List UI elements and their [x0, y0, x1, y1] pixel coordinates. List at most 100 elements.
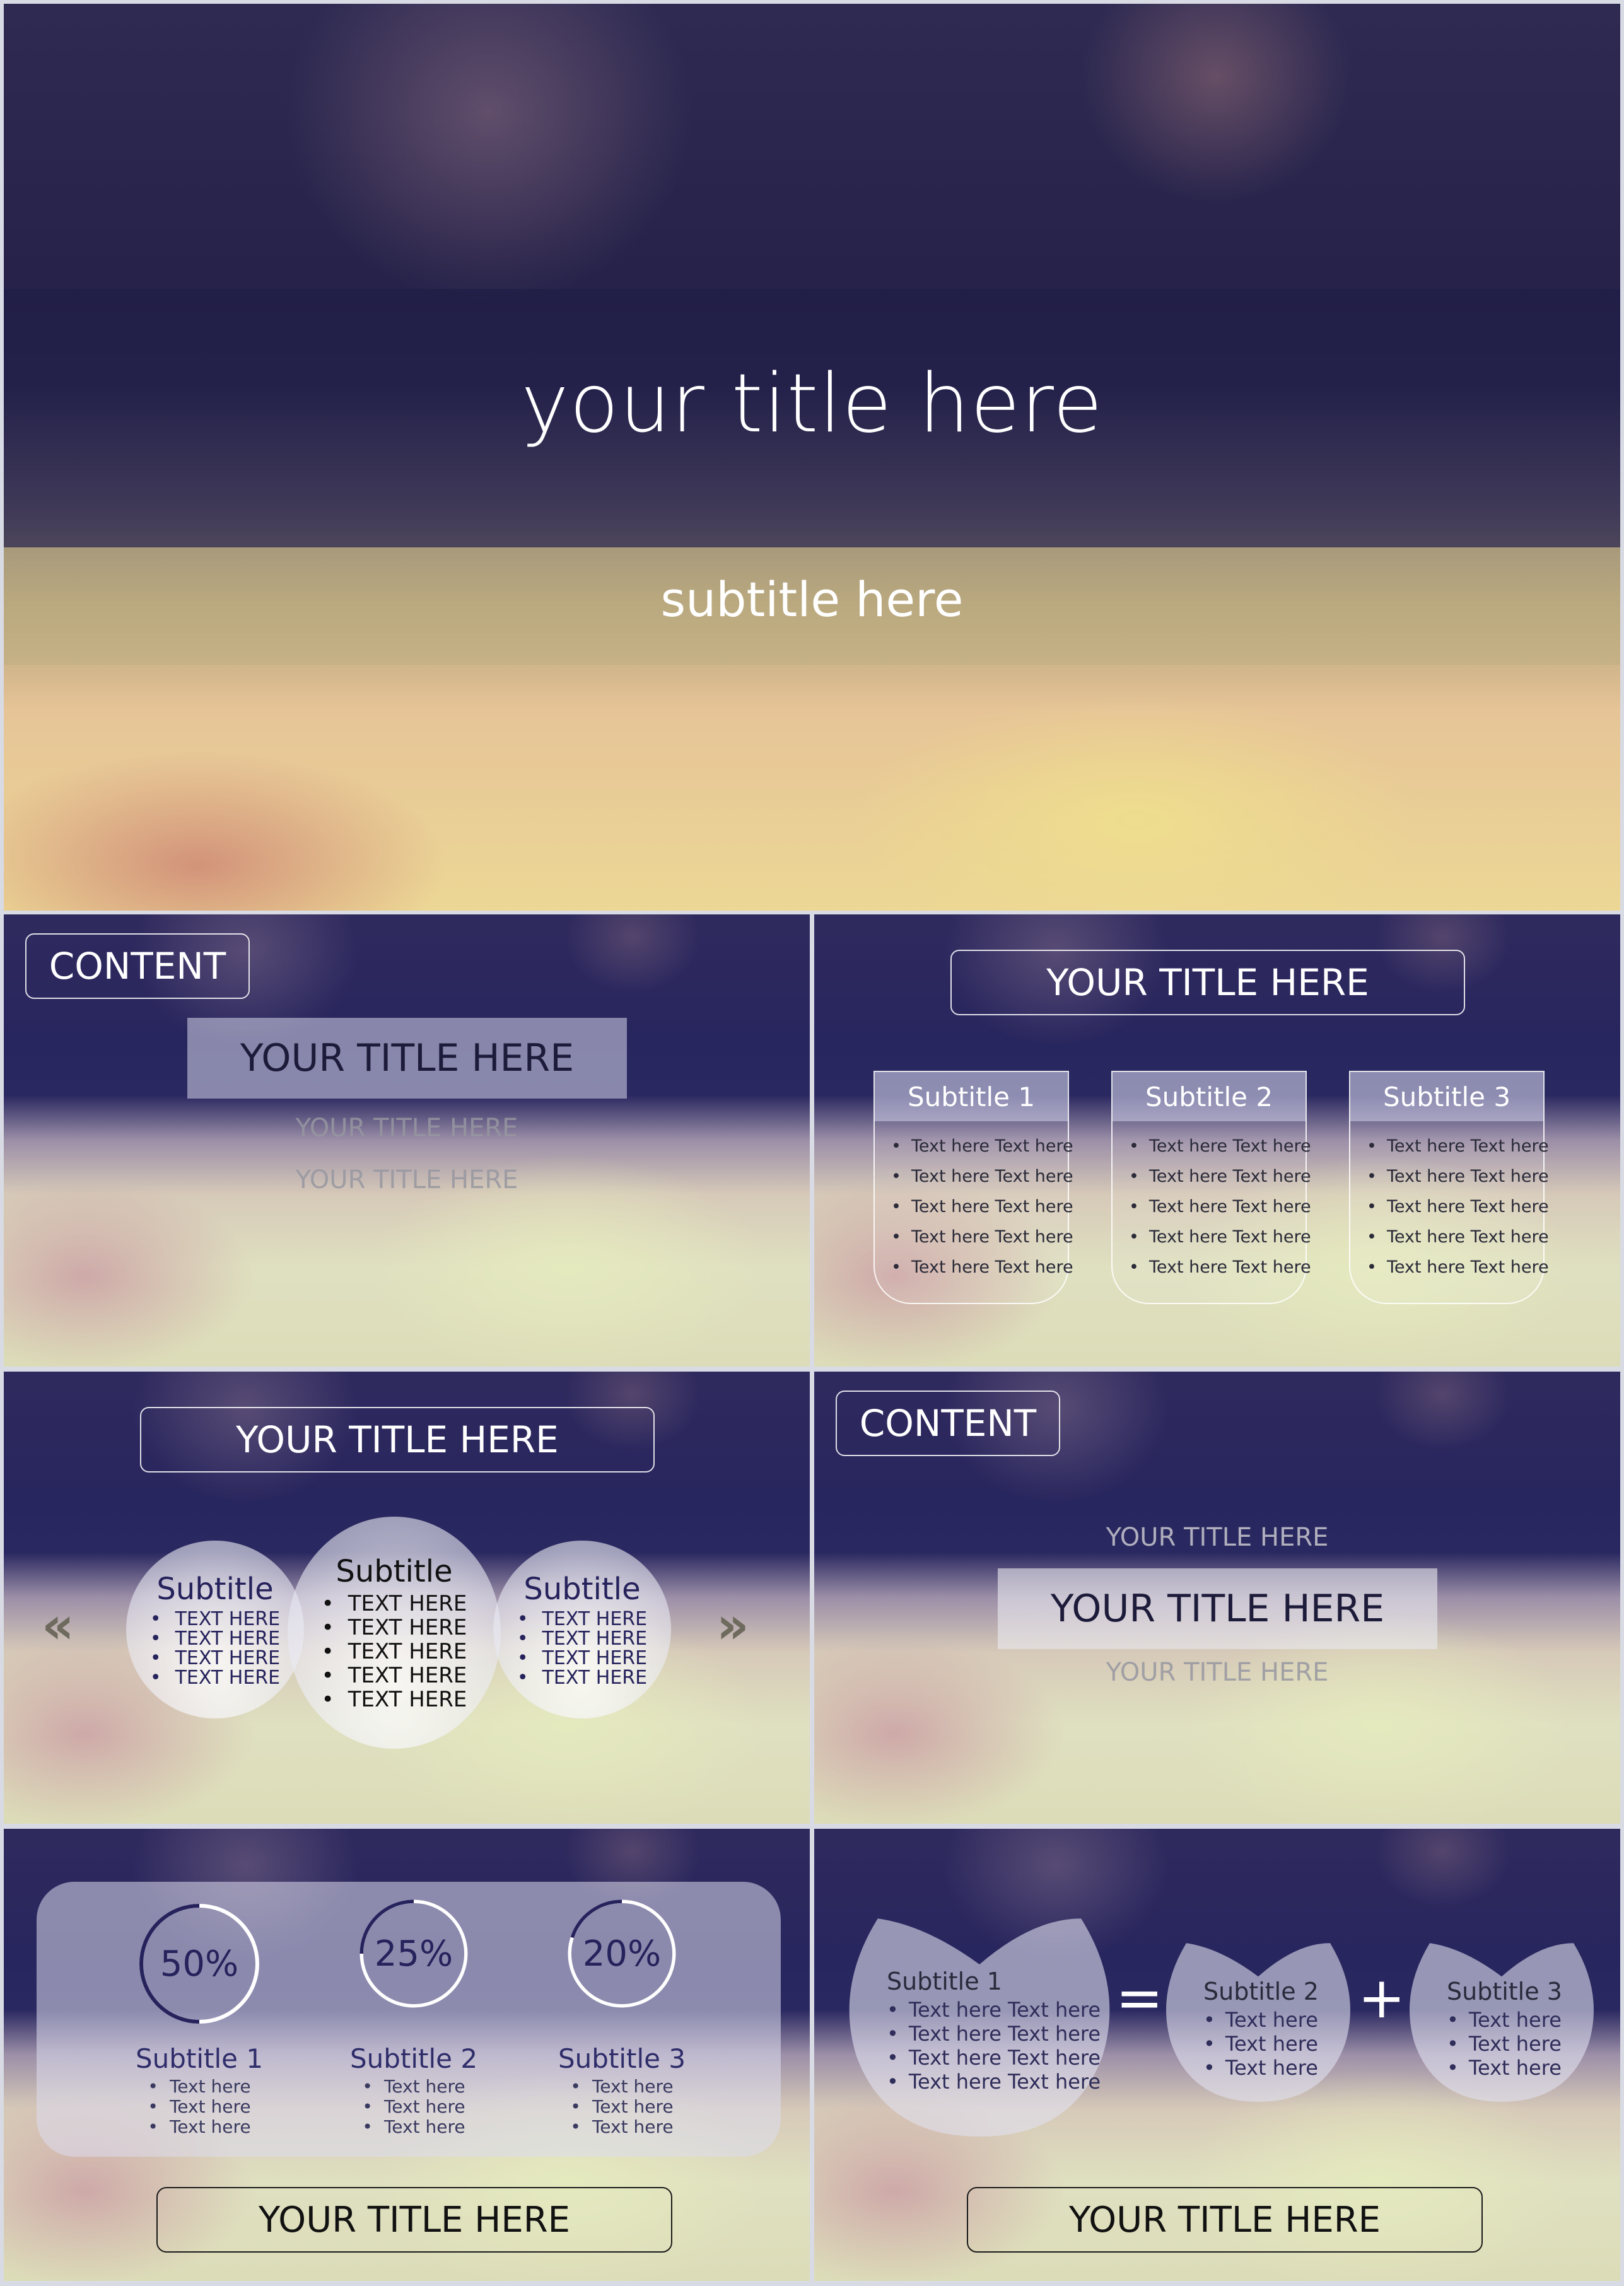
active-title-bar[interactable]: YOUR TITLE HERE: [187, 1018, 627, 1099]
card-heading: Subtitle 3: [1350, 1072, 1543, 1121]
chevron-right-icon[interactable]: »: [716, 1596, 749, 1655]
bubble-item: TEXT HERE: [517, 1629, 647, 1648]
bubble-item: TEXT HERE: [150, 1648, 280, 1668]
petal-heading: Subtitle 1: [887, 1968, 1002, 1995]
slide-bubbles[interactable]: YOUR TITLE HERE « » Subtitle TEXT HERE T…: [4, 1372, 810, 1824]
progress-ring-1: 50%: [136, 1901, 262, 2027]
card-item: Text here Text here: [1129, 1162, 1311, 1192]
bubble-item: TEXT HERE: [322, 1616, 467, 1640]
stat-heading: Subtitle 1: [135, 2043, 264, 2074]
percent-label: 50%: [160, 1943, 239, 1985]
cover-subtitle: subtitle here: [660, 571, 964, 627]
footer-title-box: YOUR TITLE HERE: [967, 2187, 1483, 2253]
petal-content-3: Subtitle 3 Text here Text here Text here: [1447, 1978, 1562, 2080]
card-item: Text here Text here: [1367, 1192, 1549, 1222]
card-subtitle-1: Subtitle 1 Text here Text here Text here…: [873, 1071, 1073, 1304]
stat-item: Text here: [362, 2077, 465, 2097]
content-tag: CONTENT: [836, 1391, 1060, 1456]
slide-content-list[interactable]: CONTENT YOUR TITLE HERE YOUR TITLE HERE …: [4, 914, 810, 1367]
slide-equation[interactable]: Subtitle 1 Text here Text here Text here…: [814, 1829, 1620, 2281]
card-subtitle-2: Subtitle 2 Text here Text here Text here…: [1111, 1071, 1311, 1304]
card-item: Text here Text here: [1129, 1131, 1311, 1162]
card-item: Text here Text here: [891, 1222, 1073, 1252]
card-heading: Subtitle 2: [1113, 1072, 1306, 1121]
petal-content-2: Subtitle 2 Text here Text here Text here: [1203, 1978, 1319, 2080]
stat-item: Text here: [148, 2117, 251, 2137]
card-item: Text here Text here: [1367, 1131, 1549, 1162]
progress-ring-3: 20%: [565, 1897, 679, 2010]
faded-title: YOUR TITLE HERE: [1106, 1523, 1329, 1552]
slide-three-cards[interactable]: YOUR TITLE HERE Subtitle 1 Text here Tex…: [814, 914, 1620, 1367]
card-item: Text here Text here: [1367, 1162, 1549, 1192]
equals-icon: =: [1116, 1965, 1164, 2031]
bubble-item: TEXT HERE: [150, 1629, 280, 1648]
stat-column-2: Subtitle 2 Text here Text here Text here: [332, 2043, 496, 2137]
bubble-item: TEXT HERE: [322, 1592, 467, 1616]
petal-item: Text here: [1447, 2056, 1562, 2080]
stat-column-1: Subtitle 1 Text here Text here Text here: [117, 2043, 281, 2137]
bubble-item: TEXT HERE: [517, 1648, 647, 1668]
faded-title: YOUR TITLE HERE: [1106, 1658, 1329, 1687]
petal-item: Text here Text here: [887, 2046, 1101, 2070]
petal-item: Text here Text here: [887, 2022, 1101, 2046]
bubble-item: TEXT HERE: [517, 1668, 647, 1688]
stat-item: Text here: [362, 2097, 465, 2117]
content-tag: CONTENT: [25, 933, 250, 999]
bubble-left: Subtitle TEXT HERE TEXT HERE TEXT HERE T…: [126, 1541, 304, 1718]
percent-label: 20%: [582, 1933, 662, 1974]
card-item: Text here Text here: [891, 1131, 1073, 1162]
petal-item: Text here: [1447, 2032, 1562, 2056]
bubble-item: TEXT HERE: [322, 1688, 467, 1712]
active-title-bar[interactable]: YOUR TITLE HERE: [998, 1568, 1437, 1649]
card-heading: Subtitle 1: [875, 1072, 1068, 1121]
bubble-center: Subtitle TEXT HERE TEXT HERE TEXT HERE T…: [288, 1517, 501, 1749]
card-item: Text here Text here: [1129, 1192, 1311, 1222]
card-item: Text here Text here: [891, 1252, 1073, 1283]
bubble-item: TEXT HERE: [322, 1664, 467, 1688]
petal-item: Text here Text here: [887, 1998, 1101, 2022]
card-item: Text here Text here: [1129, 1222, 1311, 1252]
stat-item: Text here: [570, 2077, 674, 2097]
bubble-item: TEXT HERE: [150, 1668, 280, 1688]
stat-item: Text here: [148, 2097, 251, 2117]
bubble-item: TEXT HERE: [150, 1609, 280, 1629]
bubble-heading: Subtitle: [336, 1554, 453, 1589]
card-item: Text here Text here: [1367, 1252, 1549, 1283]
bubble-item: TEXT HERE: [517, 1609, 647, 1629]
petal-item: Text here: [1447, 2008, 1562, 2032]
stat-item: Text here: [570, 2117, 674, 2137]
card-item: Text here Text here: [891, 1162, 1073, 1192]
plus-icon: +: [1358, 1965, 1406, 2031]
slide-cover[interactable]: your title here subtitle here: [4, 4, 1620, 911]
petal-content-1: Subtitle 1 Text here Text here Text here…: [887, 1968, 1101, 2094]
progress-ring-2: 25%: [357, 1897, 470, 2010]
chevron-left-icon[interactable]: «: [42, 1596, 74, 1655]
card-item: Text here Text here: [1367, 1222, 1549, 1252]
faded-title: YOUR TITLE HERE: [295, 1165, 518, 1194]
petal-item: Text here: [1203, 2032, 1319, 2056]
faded-title: YOUR TITLE HERE: [295, 1114, 518, 1143]
stat-heading: Subtitle 3: [558, 2043, 686, 2074]
slide-title-box: YOUR TITLE HERE: [950, 950, 1465, 1015]
petal-item: Text here Text here: [887, 2070, 1101, 2094]
card-item: Text here Text here: [891, 1192, 1073, 1222]
bubble-item: TEXT HERE: [322, 1640, 467, 1664]
slide-percent-stats[interactable]: 50% 25% 20% Subtitle 1 Text here Text he…: [4, 1829, 810, 2281]
slide-content-list-2[interactable]: CONTENT YOUR TITLE HERE YOUR TITLE HERE …: [814, 1372, 1620, 1824]
stat-item: Text here: [148, 2077, 251, 2097]
stat-item: Text here: [570, 2097, 674, 2117]
cover-title: your title here: [521, 357, 1103, 451]
bubble-right: Subtitle TEXT HERE TEXT HERE TEXT HERE T…: [493, 1541, 671, 1718]
petal-heading: Subtitle 3: [1447, 1978, 1562, 2005]
footer-title-box: YOUR TITLE HERE: [156, 2187, 672, 2253]
bubble-heading: Subtitle: [523, 1572, 641, 1607]
petal-item: Text here: [1203, 2008, 1319, 2032]
stat-heading: Subtitle 2: [349, 2043, 478, 2074]
percent-label: 25%: [374, 1933, 453, 1974]
petal-item: Text here: [1203, 2056, 1319, 2080]
petal-heading: Subtitle 2: [1203, 1978, 1319, 2005]
slide-title-box: YOUR TITLE HERE: [140, 1407, 655, 1472]
card-item: Text here Text here: [1129, 1252, 1311, 1283]
bubble-heading: Subtitle: [156, 1572, 274, 1607]
stat-column-3: Subtitle 3 Text here Text here Text here: [540, 2043, 704, 2137]
